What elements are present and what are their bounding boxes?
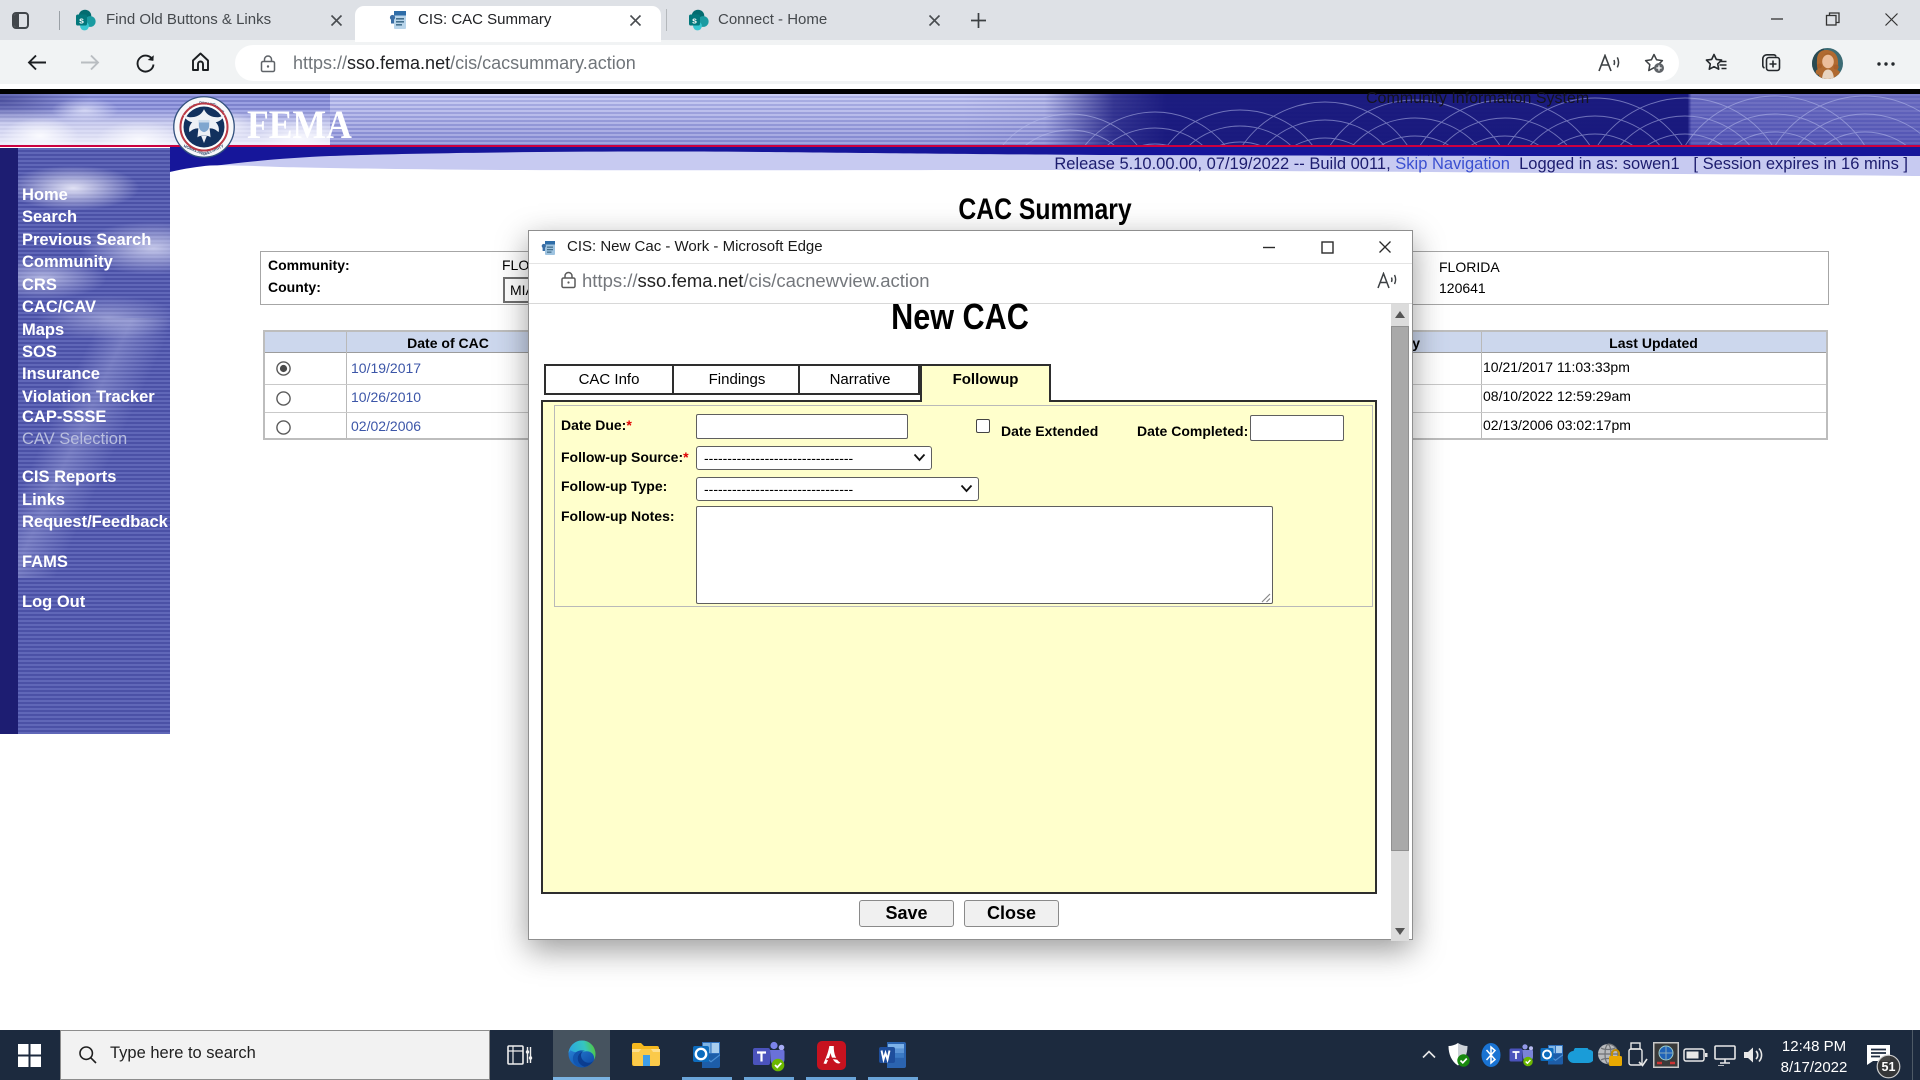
svg-text:51: 51 <box>1882 1060 1896 1074</box>
svg-text:s: s <box>79 15 84 25</box>
svg-text:s: s <box>692 15 697 25</box>
